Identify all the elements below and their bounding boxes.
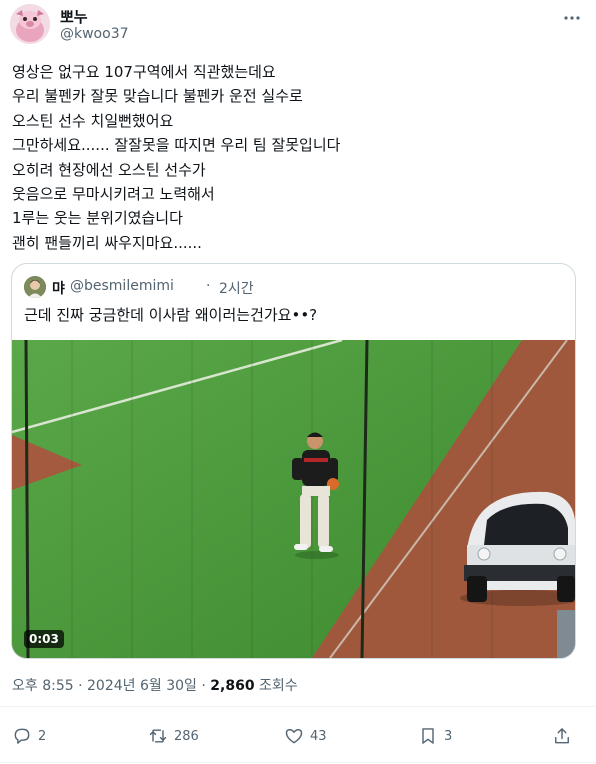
like-button[interactable]: 43 xyxy=(284,724,327,748)
author-name[interactable]: 뽀누 xyxy=(60,6,88,27)
view-count-label: 조회수 xyxy=(259,678,298,694)
tweet-text-line: 영상은 없구요 107구역에서 직관했는데요 xyxy=(12,63,276,81)
post-time[interactable]: 오후 8:55 xyxy=(12,678,74,694)
tweet-header: 뽀누 @kwoo37 xyxy=(10,4,586,48)
tweet-text-line: 1루는 웃는 분위기였습니다 xyxy=(12,209,183,228)
tweet-text-line: 괜히 팬들끼리 싸우지마요...... xyxy=(12,233,202,252)
share-icon xyxy=(555,728,569,744)
post-date[interactable]: 2024년 6월 30일 xyxy=(87,678,197,694)
retweet-icon xyxy=(149,729,167,743)
tweet-text-line: 오히려 현장에선 오스틴 선수가 xyxy=(12,160,206,179)
view-count: 2,860 xyxy=(210,678,255,694)
like-count: 43 xyxy=(310,728,327,744)
video-duration-badge: 0:03 xyxy=(24,630,64,648)
tweet-text-line: 그만하세요...... 잘잘못을 따지면 우리 팀 잘못입니다 xyxy=(12,136,341,155)
quoted-tweet[interactable]: 먀 @besmilemimi · 2시간 근데 진짜 궁금한데 이사람 왜이러는… xyxy=(11,263,576,659)
author-avatar[interactable] xyxy=(10,4,50,44)
quoted-author-name[interactable]: 먀 xyxy=(52,278,65,298)
quoted-tweet-text: 근데 진짜 궁금한데 이사람 왜이러는건가요••? xyxy=(24,306,318,324)
quoted-timestamp[interactable]: 2시간 xyxy=(219,278,254,298)
retweet-count: 286 xyxy=(174,728,199,744)
tweet-meta: 오후 8:55 · 2024년 6월 30일 · 2,860 조회수 xyxy=(12,675,298,695)
quoted-tweet-header: 먀 @besmilemimi · 2시간 xyxy=(24,276,564,298)
separator-dot: · xyxy=(78,678,83,694)
quoted-author-avatar[interactable] xyxy=(24,276,46,298)
author-handle[interactable]: @kwoo37 xyxy=(60,26,129,42)
tweet-text-line: 오스틴 선수 치일뻔했어요 xyxy=(12,111,174,130)
reply-count: 2 xyxy=(38,728,47,744)
action-bar: 2 286 43 3 xyxy=(0,714,596,758)
baseball-field-image xyxy=(12,340,575,658)
bookmark-button[interactable]: 3 xyxy=(418,724,452,748)
video-thumbnail[interactable]: 0:03 xyxy=(12,340,575,658)
retweet-button[interactable]: 286 xyxy=(148,724,199,748)
heart-icon xyxy=(285,729,303,744)
separator-dot: · xyxy=(206,278,211,294)
separator-dot: · xyxy=(201,678,206,694)
more-options-icon[interactable] xyxy=(562,8,582,28)
bookmark-count: 3 xyxy=(444,728,453,744)
quoted-author-handle[interactable]: @besmilemimi xyxy=(70,278,174,294)
tweet-text: 영상은 없구요 107구역에서 직관했는데요 우리 불펜카 잘못 맞습니다 불펜… xyxy=(12,60,582,255)
bookmark-icon xyxy=(422,728,434,744)
divider xyxy=(0,706,596,707)
tweet-text-line: 웃음으로 무마시키려고 노력해서 xyxy=(12,185,215,204)
divider xyxy=(0,762,596,763)
reply-button[interactable]: 2 xyxy=(12,724,46,748)
tweet-text-line: 우리 불펜카 잘못 맞습니다 불펜카 운전 실수로 xyxy=(12,87,303,106)
share-button[interactable] xyxy=(552,724,578,748)
reply-icon xyxy=(14,728,30,744)
